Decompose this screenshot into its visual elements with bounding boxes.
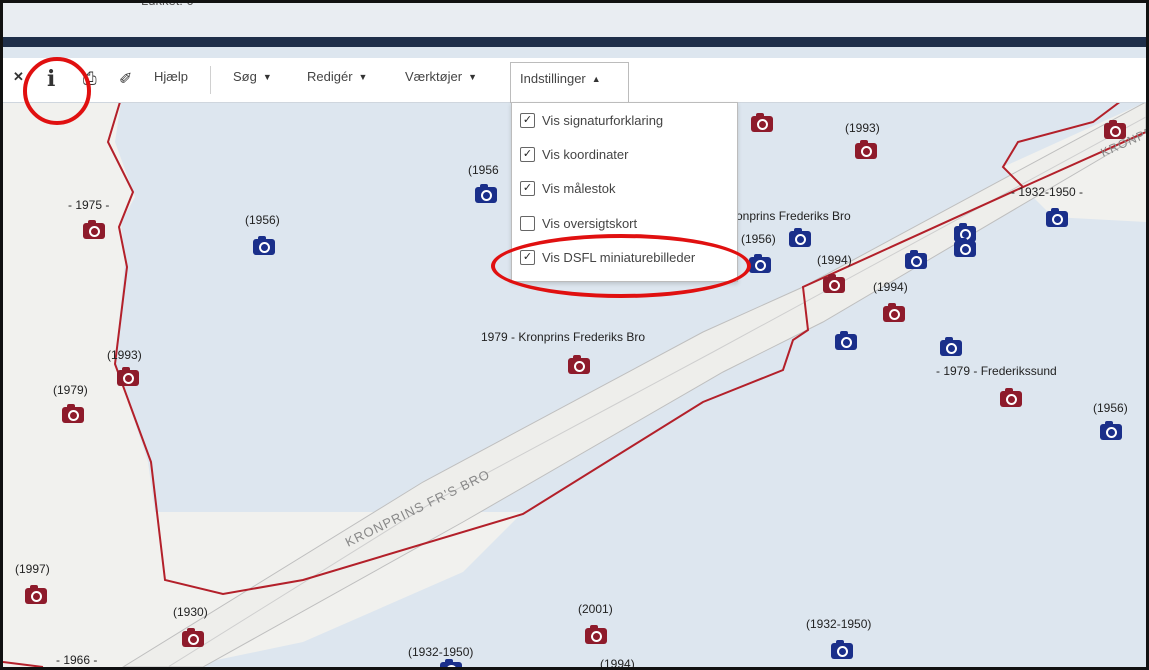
map-label: - 1979 - Frederikssund	[936, 364, 1057, 378]
photo-marker-icon[interactable]	[831, 640, 853, 659]
photo-marker-icon[interactable]	[117, 367, 139, 386]
eraser-icon[interactable]: ✐	[119, 69, 132, 89]
checkbox-checked-icon[interactable]: ✓	[520, 113, 535, 128]
option-label: Vis signaturforklaring	[542, 113, 664, 128]
header-partial-text: Lukket: 0	[141, 0, 194, 8]
map-label: (1930)	[173, 605, 208, 619]
map-label: (1932-1950)	[806, 617, 872, 631]
option-label: Vis oversigtskort	[542, 216, 638, 231]
checkbox-checked-icon[interactable]: ✓	[520, 147, 535, 162]
caret-down-icon: ▼	[262, 71, 272, 82]
map-label: (1979)	[53, 383, 88, 397]
menu-settings[interactable]: Indstillinger ▲	[520, 71, 601, 86]
photo-marker-icon[interactable]	[940, 337, 962, 356]
photo-marker-icon[interactable]	[1104, 120, 1126, 139]
map-label: (1994)	[817, 253, 852, 267]
photo-marker-icon[interactable]	[62, 404, 84, 423]
option-overview-map[interactable]: Vis oversigtskort	[520, 216, 637, 231]
photo-marker-icon[interactable]	[883, 303, 905, 322]
photo-marker-icon[interactable]	[25, 585, 47, 604]
photo-marker-icon[interactable]	[905, 250, 927, 269]
toolbar-separator	[210, 66, 211, 94]
menu-search[interactable]: Søg ▼	[233, 69, 272, 84]
photo-marker-icon[interactable]	[835, 331, 857, 350]
menu-settings-label: Indstillinger	[520, 71, 586, 86]
photo-marker-icon[interactable]	[182, 628, 204, 647]
map-label: ronprins Frederiks Bro	[732, 209, 851, 223]
option-label: Vis koordinater	[542, 147, 629, 162]
close-x-icon[interactable]: ✕	[13, 69, 24, 85]
map-label: - 1966 -	[56, 653, 98, 667]
map-label: - 1975 -	[68, 198, 110, 212]
map-label: (1956)	[741, 232, 776, 246]
photo-marker-icon[interactable]	[789, 228, 811, 247]
menu-edit-label: Redigér	[307, 69, 353, 84]
map-label: (2001)	[578, 602, 613, 616]
caret-up-icon: ▲	[591, 73, 601, 84]
photo-marker-icon[interactable]	[954, 238, 976, 257]
map-toolbar: ✕ i ⎙ ✐ Hjælp Søg ▼ Redigér ▼ Værktøjer ▼ I…	[3, 58, 1146, 103]
photo-marker-icon[interactable]	[1000, 388, 1022, 407]
option-legend[interactable]: ✓ Vis signaturforklaring	[520, 113, 663, 128]
map-label: (1956)	[1093, 401, 1128, 415]
photo-marker-icon[interactable]	[749, 254, 771, 273]
map-label: (1993)	[845, 121, 880, 135]
caret-down-icon: ▼	[468, 71, 477, 82]
photo-marker-icon[interactable]	[585, 625, 607, 644]
option-coordinates[interactable]: ✓ Vis koordinater	[520, 147, 628, 162]
menu-search-label: Søg	[233, 69, 257, 84]
help-button[interactable]: Hjælp	[154, 69, 188, 84]
map-label: 1979 - Kronprins Frederiks Bro	[481, 330, 646, 344]
menu-tools[interactable]: Værktøjer ▼	[405, 69, 477, 84]
photo-marker-icon[interactable]	[855, 140, 877, 159]
navy-divider-bar	[3, 37, 1146, 47]
menu-settings-tab[interactable]: Indstillinger ▲	[510, 62, 629, 103]
menu-tools-label: Værktøjer	[405, 69, 463, 84]
map-label: (1956	[468, 163, 499, 177]
map-label: (1994)	[873, 280, 908, 294]
map-label: (1932-1950)	[408, 645, 474, 659]
photo-marker-icon[interactable]	[475, 184, 497, 203]
checkbox-unchecked-icon[interactable]	[520, 216, 535, 231]
photo-marker-icon[interactable]	[1100, 421, 1122, 440]
map-label: (1993)	[107, 348, 142, 362]
photo-marker-icon[interactable]	[823, 274, 845, 293]
map-label: (1956)	[245, 213, 280, 227]
header-strip: Lukket: 0	[3, 3, 1146, 37]
highlight-ring-dsfl-option	[491, 234, 751, 298]
photo-marker-icon[interactable]	[1046, 208, 1068, 227]
photo-marker-icon[interactable]	[568, 355, 590, 374]
map-viewer: Lukket: 0 KRONPRINS FR'S BRO KRONPR - 19…	[0, 0, 1149, 670]
photo-marker-icon[interactable]	[751, 113, 773, 132]
option-label: Vis målestok	[542, 181, 616, 196]
option-scale[interactable]: ✓ Vis målestok	[520, 181, 615, 196]
highlight-ring-info	[23, 57, 91, 125]
checkbox-checked-icon[interactable]: ✓	[520, 181, 535, 196]
photo-marker-icon[interactable]	[440, 659, 462, 667]
map-label: - 1932-1950 -	[1011, 185, 1084, 199]
photo-marker-icon[interactable]	[253, 236, 275, 255]
menu-edit[interactable]: Redigér ▼	[307, 69, 367, 84]
map-label: (1994)	[600, 657, 635, 670]
photo-marker-icon[interactable]	[83, 220, 105, 239]
map-label: (1997)	[15, 562, 50, 576]
caret-down-icon: ▼	[358, 71, 368, 82]
